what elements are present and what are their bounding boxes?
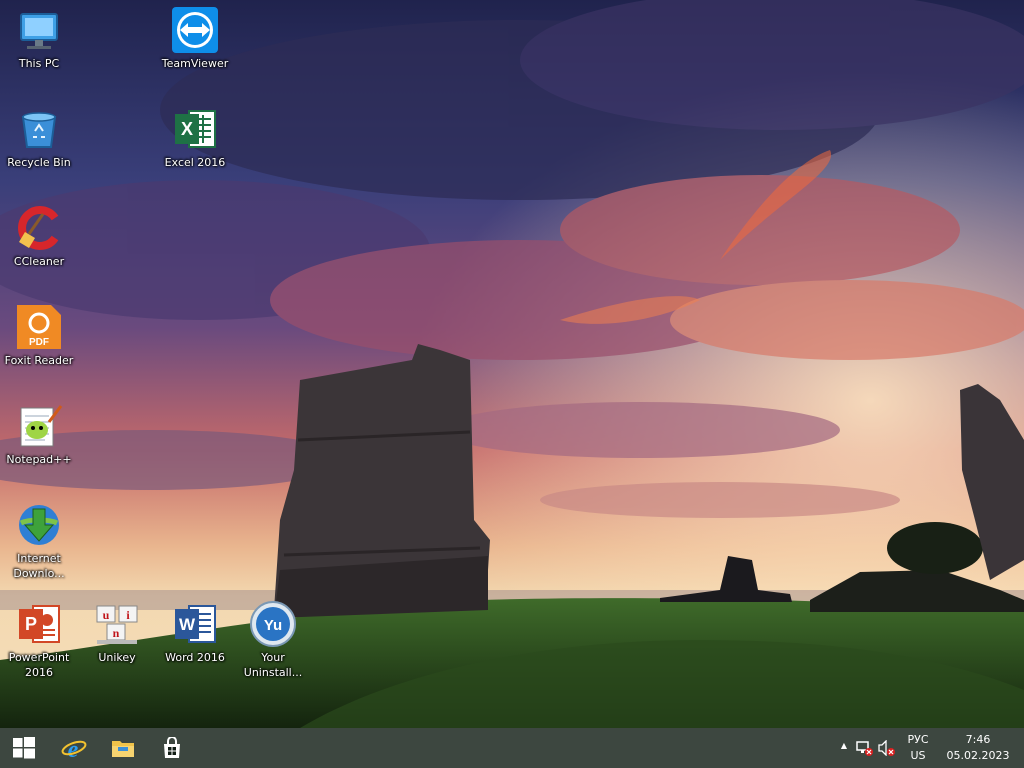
desktop-icon-powerpoint[interactable]: P PowerPoint 2016 xyxy=(1,594,77,680)
this-pc-icon xyxy=(15,6,63,54)
recycle-bin-icon xyxy=(15,105,63,153)
windows-logo-icon xyxy=(13,737,35,759)
desktop-icon-label: TeamViewer xyxy=(161,57,229,70)
desktop-icon-foxit-reader[interactable]: PDF Foxit Reader xyxy=(1,297,77,368)
desktop-icon-ccleaner[interactable]: CCleaner xyxy=(1,198,77,269)
desktop-icon-your-uninstaller[interactable]: Yu Your Uninstall... xyxy=(235,594,311,680)
notepadpp-icon xyxy=(15,402,63,450)
clock-time: 7:46 xyxy=(965,733,991,746)
ie-letter: e xyxy=(68,737,79,761)
desktop-icon-excel[interactable]: X Excel 2016 xyxy=(157,99,233,170)
word-letter: W xyxy=(179,615,196,634)
desktop-icon-label: PowerPoint 2016 xyxy=(8,651,70,679)
system-tray: ▲ РУС US 7:46 05.02.2023 xyxy=(834,728,1024,768)
input-language-indicator[interactable]: РУС US xyxy=(900,732,936,764)
language-label: РУС xyxy=(907,733,929,746)
keyboard-layout-label: US xyxy=(910,749,926,762)
clock[interactable]: 7:46 05.02.2023 xyxy=(938,732,1018,764)
taskbar: e ▲ РУС US 7:46 05.02.2023 xyxy=(0,728,1024,768)
desktop-icon-label: Unikey xyxy=(98,651,136,664)
internet-download-manager-icon xyxy=(15,501,63,549)
uninstaller-text: Yu xyxy=(264,617,282,634)
unikey-letter-n: n xyxy=(113,626,120,640)
unikey-letter-u: u xyxy=(103,608,110,622)
word-icon: W xyxy=(171,600,219,648)
desktop-icon-label: Foxit Reader xyxy=(4,354,74,367)
desktop-icon-recycle-bin[interactable]: Recycle Bin xyxy=(1,99,77,170)
taskbar-file-explorer[interactable] xyxy=(99,728,147,768)
your-uninstaller-icon: Yu xyxy=(249,600,297,648)
desktop-icon-teamviewer[interactable]: TeamViewer xyxy=(157,0,233,71)
clock-date: 05.02.2023 xyxy=(946,749,1010,762)
desktop-icon-label: Word 2016 xyxy=(165,651,225,664)
network-icon[interactable] xyxy=(856,740,874,756)
start-button[interactable] xyxy=(0,728,48,768)
foxit-reader-icon: PDF xyxy=(15,303,63,351)
unikey-icon: u i n xyxy=(93,600,141,648)
desktop-icon-internet-download-manager[interactable]: Internet Downlo... xyxy=(1,495,77,581)
desktop-icon-word[interactable]: W Word 2016 xyxy=(157,594,233,665)
taskbar-internet-explorer[interactable]: e xyxy=(50,728,98,768)
desktop-icon-notepadpp[interactable]: Notepad++ xyxy=(1,396,77,467)
internet-explorer-icon: e xyxy=(61,737,87,761)
desktop-icon-label: Internet Downlo... xyxy=(13,552,65,580)
file-explorer-icon xyxy=(112,741,134,757)
desktop-icon-label: Your Uninstall... xyxy=(243,651,303,679)
desktop-icon-label: Excel 2016 xyxy=(164,156,226,169)
excel-letter: X xyxy=(181,119,193,139)
desktop-icon-unikey[interactable]: u i n Unikey xyxy=(79,594,155,665)
teamviewer-icon xyxy=(171,6,219,54)
desktop-icon-label: CCleaner xyxy=(13,255,65,268)
powerpoint-icon: P xyxy=(15,600,63,648)
store-icon xyxy=(164,737,180,758)
foxit-pdf-text: PDF xyxy=(29,337,49,348)
ccleaner-icon xyxy=(15,204,63,252)
desktop-icon-label: Notepad++ xyxy=(6,453,72,466)
powerpoint-letter: P xyxy=(25,614,37,634)
taskbar-store[interactable] xyxy=(148,728,196,768)
volume-icon[interactable] xyxy=(878,739,896,757)
desktop-icon-this-pc[interactable]: This PC xyxy=(1,0,77,71)
desktop-icon-label: Recycle Bin xyxy=(7,156,71,169)
excel-icon: X xyxy=(171,105,219,153)
show-hidden-icons-button[interactable]: ▲ xyxy=(838,741,850,750)
desktop-icon-label: This PC xyxy=(18,57,60,70)
